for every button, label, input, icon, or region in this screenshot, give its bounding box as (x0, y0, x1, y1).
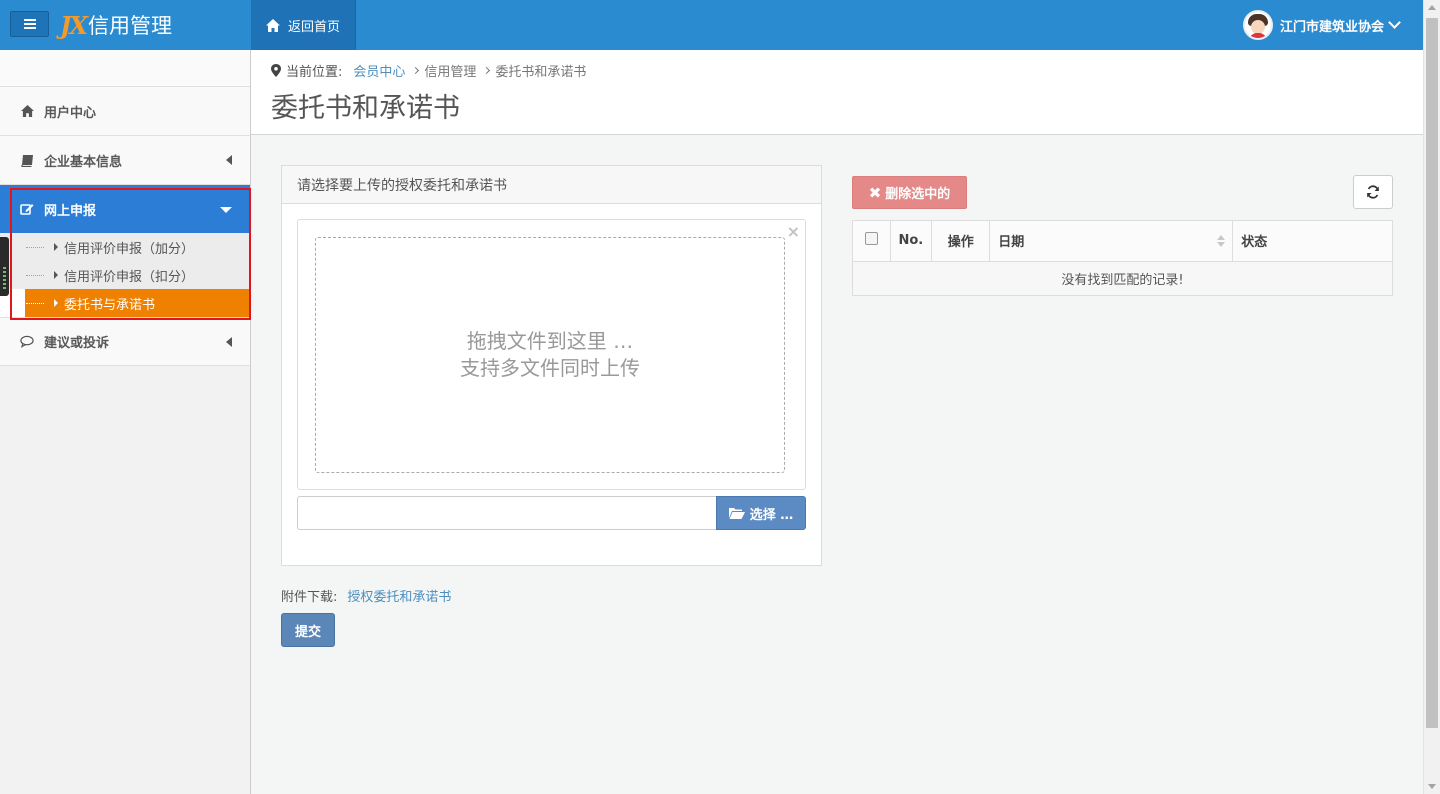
sidebar-item-suggestions[interactable]: 建议或投诉 (0, 317, 250, 366)
close-icon[interactable]: × (787, 224, 800, 240)
caret-down-icon (220, 207, 232, 213)
book-icon (20, 153, 34, 167)
file-caption-input[interactable] (297, 496, 716, 530)
attachment-link[interactable]: 授权委托和承诺书 (347, 586, 451, 605)
sub-item-label: 委托书与承诺书 (64, 297, 156, 313)
caret-right-icon (54, 243, 58, 251)
brand-logo: JX (60, 10, 88, 40)
upload-panel-title: 请选择要上传的授权委托和承诺书 (282, 166, 821, 204)
submit-button[interactable]: 提交 (281, 613, 335, 647)
edit-icon (20, 202, 34, 216)
delete-selected-button[interactable]: ✖ 删除选中的 (852, 176, 967, 209)
sidebar-shortcuts (0, 50, 250, 87)
sub-item-credit-add[interactable]: 信用评价申报（加分） (0, 233, 250, 261)
sidebar-item-label: 企业基本信息 (44, 154, 123, 170)
user-name: 江门市建筑业协会 (1279, 19, 1384, 35)
column-header-date-label: 日期 (998, 235, 1025, 251)
main-content: 当前位置: 会员中心 信用管理 委托书和承诺书 委托书和承诺书 请选择要上传的授… (251, 50, 1423, 794)
times-icon: ✖ (868, 183, 882, 202)
sub-item-label: 信用评价申报（加分） (64, 241, 195, 257)
chevron-right-icon (412, 66, 420, 74)
menu-toggle-button[interactable] (10, 11, 49, 37)
column-header-status[interactable]: 状态 (1232, 221, 1392, 262)
sidebar-item-online-declaration[interactable]: 网上申报 (0, 185, 250, 233)
records-table: No. 操作 日期 状态 没有找到匹配的记录! (852, 220, 1393, 296)
delete-selected-label: 删除选中的 (885, 187, 951, 202)
sort-icon (1217, 235, 1226, 249)
page-scrollbar[interactable] (1423, 0, 1440, 794)
sidebar-item-user-center[interactable]: 用户中心 (0, 87, 250, 136)
attachment-label: 附件下载: (281, 590, 338, 605)
map-marker-icon (271, 63, 281, 77)
refresh-icon (1367, 185, 1379, 199)
breadcrumb-member-center[interactable]: 会员中心 (353, 61, 405, 80)
caret-right-icon (54, 271, 58, 279)
breadcrumb-credit-management: 信用管理 (424, 64, 477, 80)
caret-left-icon (226, 336, 232, 347)
brand[interactable]: JX 信用管理 (60, 10, 172, 40)
empty-message: 没有找到匹配的记录! (853, 261, 1392, 295)
hamburger-icon (23, 19, 36, 29)
top-navbar: JX 信用管理 返回首页 江门市建筑业协会 (0, 0, 1423, 50)
select-all-checkbox[interactable] (864, 232, 878, 246)
drop-hint-line1: 拖拽文件到这里 … (466, 329, 634, 353)
folder-open-icon (728, 508, 745, 519)
table-header-row: No. 操作 日期 状态 (853, 221, 1392, 262)
avatar (1242, 10, 1273, 40)
breadcrumb-current: 委托书和承诺书 (495, 64, 587, 80)
file-input-group: 选择 … (297, 496, 806, 530)
sidebar-item-company-info[interactable]: 企业基本信息 (0, 136, 250, 185)
file-drop-zone[interactable]: 拖拽文件到这里 … 支持多文件同时上传 (315, 237, 785, 473)
return-home-label: 返回首页 (287, 19, 340, 35)
attachment-download: 附件下载: 授权委托和承诺书 (281, 586, 451, 605)
scroll-down-icon[interactable] (1428, 784, 1436, 789)
comment-icon (20, 335, 34, 349)
user-menu[interactable]: 江门市建筑业协会 (1242, 8, 1401, 42)
select-all-header (853, 221, 891, 262)
sidebar-item-label: 建议或投诉 (44, 336, 110, 351)
caret-right-icon (54, 299, 58, 307)
page-title: 委托书和承诺书 (271, 93, 460, 124)
home-icon (265, 18, 280, 32)
chevron-down-icon (1388, 16, 1401, 29)
sidebar-item-label: 网上申报 (44, 203, 97, 219)
drop-hint-line2: 支持多文件同时上传 (460, 356, 640, 380)
refresh-button[interactable] (1353, 175, 1393, 209)
upload-panel: 请选择要上传的授权委托和承诺书 × 拖拽文件到这里 … 支持多文件同时上传 选择… (281, 165, 822, 566)
breadcrumb-prefix: 当前位置: (286, 64, 343, 80)
page-header: 当前位置: 会员中心 信用管理 委托书和承诺书 委托书和承诺书 (251, 50, 1423, 135)
table-row: 没有找到匹配的记录! (853, 261, 1392, 295)
browse-button[interactable]: 选择 … (716, 496, 806, 530)
brand-title: 信用管理 (87, 14, 172, 38)
breadcrumb: 当前位置: 会员中心 信用管理 委托书和承诺书 (271, 50, 1423, 80)
chevron-right-icon (483, 66, 491, 74)
sub-item-credit-deduct[interactable]: 信用评价申报（扣分） (0, 261, 250, 289)
column-header-action[interactable]: 操作 (931, 221, 991, 262)
return-home-link[interactable]: 返回首页 (251, 0, 356, 50)
column-header-no[interactable]: No. (890, 221, 933, 262)
sub-item-letter-of-authorization[interactable]: 委托书与承诺书 (25, 289, 250, 317)
browse-button-label: 选择 … (749, 507, 794, 523)
scroll-thumb[interactable] (1426, 18, 1438, 728)
edge-widget[interactable] (0, 237, 9, 296)
caret-left-icon (226, 155, 232, 165)
submenu-online-declaration: 信用评价申报（加分） 信用评价申报（扣分） 委托书与承诺书 (0, 233, 250, 317)
home-icon (20, 104, 34, 118)
file-preview-area: × 拖拽文件到这里 … 支持多文件同时上传 (297, 219, 806, 490)
sub-item-label: 信用评价申报（扣分） (64, 269, 195, 285)
sidebar: 用户中心 企业基本信息 网上申报 信用评价申报（加分） 信用评价申报（扣分） 委… (0, 50, 251, 794)
scroll-up-icon[interactable] (1428, 5, 1436, 10)
column-header-date[interactable]: 日期 (989, 221, 1234, 262)
sidebar-item-label: 用户中心 (44, 105, 97, 121)
